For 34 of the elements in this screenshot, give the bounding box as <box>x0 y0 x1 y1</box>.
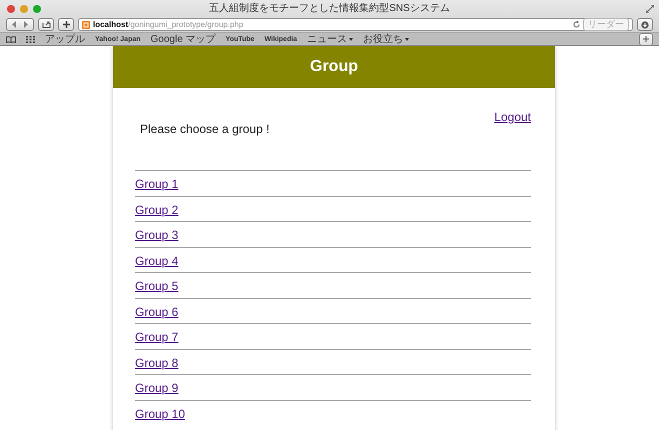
share-button[interactable] <box>38 18 54 31</box>
back-forward-button[interactable] <box>6 18 34 31</box>
bookmark-link[interactable]: アップル <box>45 32 85 46</box>
page-title: Group <box>310 58 358 76</box>
window-title: 五人組制度をモチーフとした情報集約型SNSシステム <box>209 2 450 16</box>
download-icon <box>641 20 649 28</box>
bookmark-menu[interactable]: お役立ち <box>363 32 410 46</box>
group-link[interactable]: Group 9 <box>135 381 178 395</box>
prompt-text: Please choose a group ! <box>140 122 270 136</box>
add-tab-button[interactable] <box>639 32 653 46</box>
group-link[interactable]: Group 2 <box>135 202 178 216</box>
reload-icon[interactable] <box>573 21 580 28</box>
group-link[interactable]: Group 10 <box>135 406 186 420</box>
logout-link[interactable]: Logout <box>494 110 531 124</box>
download-button[interactable] <box>637 18 653 31</box>
group-link[interactable]: Group 4 <box>135 254 178 268</box>
group-link[interactable]: Group 5 <box>135 279 178 293</box>
bookmark-menu[interactable]: ニュース <box>307 32 354 46</box>
book-icon[interactable] <box>6 36 16 42</box>
group-link[interactable]: Group 1 <box>135 177 178 191</box>
grid-icon[interactable] <box>26 36 35 42</box>
group-link[interactable]: Group 8 <box>135 356 178 370</box>
group-link[interactable]: Group 7 <box>135 330 178 344</box>
bookmark-link[interactable]: Google マップ <box>150 32 216 46</box>
group-link[interactable]: Group 3 <box>135 228 178 242</box>
arrows-icon <box>10 21 30 28</box>
address-field[interactable]: localhost/goningumi_prototype/group.php リーダー <box>78 18 633 31</box>
group-link[interactable]: Group 6 <box>135 304 178 318</box>
plus-icon <box>62 21 70 28</box>
fullscreen-icon[interactable] <box>646 4 654 12</box>
plus-icon <box>643 36 649 42</box>
new-tab-button[interactable] <box>58 18 74 31</box>
site-icon <box>82 20 90 28</box>
share-icon <box>42 21 50 28</box>
